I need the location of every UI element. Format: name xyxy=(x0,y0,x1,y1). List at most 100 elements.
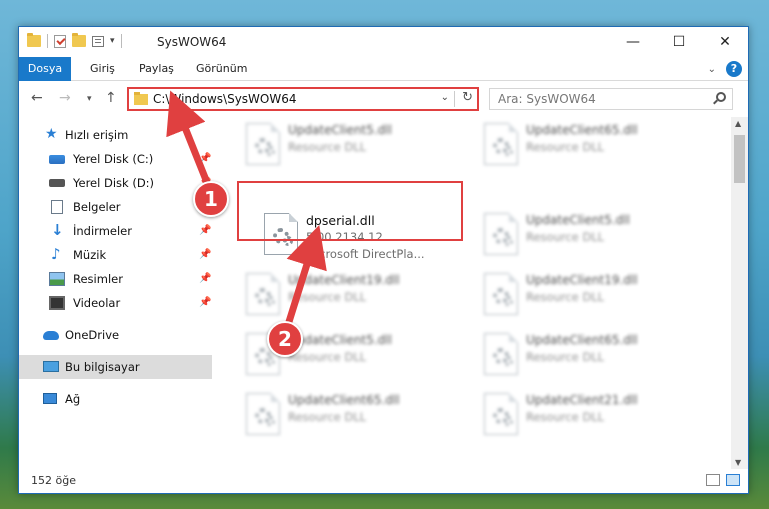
pictures-icon xyxy=(49,272,65,286)
search-input[interactable]: Ara: SysWOW64 xyxy=(489,88,733,110)
item-count: 152 öğe xyxy=(31,474,76,487)
close-button[interactable]: ✕ xyxy=(702,27,748,57)
sidebar-item-downloads[interactable]: ↓ İndirmeler 📌 xyxy=(19,219,212,243)
file-tile[interactable]: UpdateClient65.dll Resource DLL xyxy=(476,329,706,385)
tab-file[interactable]: Dosya xyxy=(19,57,71,81)
properties-check-icon[interactable] xyxy=(54,34,66,48)
explorer-window: ▾ SysWOW64 — ☐ ✕ Dosya Giriş Paylaş Görü… xyxy=(18,26,749,494)
file-name: UpdateClient19.dll xyxy=(288,273,400,287)
cloud-icon xyxy=(43,331,59,340)
sidebar-item-label: Videolar xyxy=(73,296,121,310)
pin-icon[interactable]: 📌 xyxy=(199,273,211,284)
file-name: UpdateClient5.dll xyxy=(288,123,392,137)
file-tile[interactable]: UpdateClient19.dll Resource DLL xyxy=(476,269,706,325)
file-description: Resource DLL xyxy=(288,140,367,154)
file-description: Resource DLL xyxy=(288,410,367,424)
ribbon: Dosya Giriş Paylaş Görünüm ⌄ ? xyxy=(19,57,748,81)
file-name: UpdateClient65.dll xyxy=(288,393,400,407)
customize-toolbar-icon[interactable] xyxy=(92,35,104,47)
sidebar-item-label: OneDrive xyxy=(65,328,120,342)
scroll-thumb[interactable] xyxy=(734,135,745,183)
sidebar-item-label: Müzik xyxy=(73,248,107,262)
file-name: UpdateClient65.dll xyxy=(526,333,638,347)
back-arrow-icon[interactable]: ← xyxy=(31,90,43,106)
tiles-view-icon[interactable] xyxy=(726,474,740,486)
quick-access-toolbar: ▾ xyxy=(27,33,122,48)
dll-file-icon xyxy=(246,123,280,165)
step-2-badge: 2 xyxy=(267,321,303,357)
file-tile[interactable]: UpdateClient5.dll Resource DLL xyxy=(238,119,468,175)
file-description: Resource DLL xyxy=(526,410,605,424)
address-path[interactable]: C:\Windows\SysWOW64 xyxy=(153,92,297,106)
file-tile[interactable]: UpdateClient65.dll Resource DLL xyxy=(238,389,468,445)
scroll-down-icon[interactable]: ▼ xyxy=(735,458,741,467)
minimize-button[interactable]: — xyxy=(610,27,656,57)
new-folder-icon[interactable] xyxy=(72,33,86,47)
file-name: UpdateClient65.dll xyxy=(526,123,638,137)
dll-file-icon xyxy=(484,333,518,375)
sidebar-item-videos[interactable]: Videolar 📌 xyxy=(19,291,212,315)
file-company: Microsoft DirectPla... xyxy=(306,247,425,261)
sidebar-item-label: Ağ xyxy=(65,392,81,406)
sidebar-item-documents[interactable]: Belgeler 📌 xyxy=(19,195,212,219)
tab-share[interactable]: Paylaş xyxy=(139,57,174,81)
forward-arrow-icon[interactable]: → xyxy=(59,90,71,106)
file-tile[interactable]: UpdateClient19.dll Resource DLL xyxy=(238,269,468,325)
address-history-chevron-icon[interactable]: ⌄ xyxy=(441,92,449,103)
drive-icon xyxy=(49,179,65,187)
expand-ribbon-chevron-icon[interactable]: ⌄ xyxy=(708,64,716,75)
sidebar-item-onedrive[interactable]: OneDrive xyxy=(19,323,212,347)
file-name: UpdateClient19.dll xyxy=(526,273,638,287)
sidebar-item-network[interactable]: Ağ xyxy=(19,387,212,411)
dll-file-icon xyxy=(484,273,518,315)
file-list: UpdateClient5.dll Resource DLL UpdateCli… xyxy=(214,117,732,469)
scroll-up-icon[interactable]: ▲ xyxy=(735,119,741,128)
view-switcher xyxy=(706,474,740,486)
sidebar-item-label: Yerel Disk (C:) xyxy=(73,152,154,166)
dll-file-icon xyxy=(484,213,518,255)
file-tile[interactable]: UpdateClient21.dll Resource DLL xyxy=(476,389,706,445)
star-icon: ★ xyxy=(45,126,58,142)
folder-icon[interactable] xyxy=(27,33,41,47)
sidebar-item-music[interactable]: ♪ Müzik 📌 xyxy=(19,243,212,267)
file-tile[interactable]: UpdateClient65.dll Resource DLL xyxy=(476,119,706,175)
pin-icon[interactable]: 📌 xyxy=(199,297,211,308)
folder-icon xyxy=(134,92,148,105)
file-tile[interactable]: UpdateClient5.dll Resource DLL xyxy=(476,209,706,265)
sidebar-item-label: Yerel Disk (D:) xyxy=(73,176,155,190)
sidebar-item-disk-d[interactable]: Yerel Disk (D:) 📌 xyxy=(19,171,212,195)
video-icon xyxy=(49,296,65,310)
tab-home[interactable]: Giriş xyxy=(90,57,115,81)
music-icon: ♪ xyxy=(51,245,61,263)
pin-icon[interactable]: 📌 xyxy=(199,225,211,236)
separator xyxy=(454,91,455,107)
sidebar-item-disk-c[interactable]: Yerel Disk (C:) 📌 xyxy=(19,147,212,171)
vertical-scrollbar[interactable]: ▲ ▼ xyxy=(731,117,748,469)
address-bar[interactable]: C:\Windows\SysWOW64 ⌄ ↻ xyxy=(127,87,479,111)
pin-icon[interactable]: 📌 xyxy=(199,249,211,260)
tab-view[interactable]: Görünüm xyxy=(196,57,247,81)
sidebar-item-this-pc[interactable]: Bu bilgisayar xyxy=(19,355,212,379)
up-arrow-icon[interactable]: ↑ xyxy=(105,90,117,106)
dll-file-icon xyxy=(484,123,518,165)
refresh-icon[interactable]: ↻ xyxy=(462,90,473,105)
recent-locations-chevron-icon[interactable]: ▾ xyxy=(87,94,92,104)
maximize-button[interactable]: ☐ xyxy=(656,27,702,57)
details-view-icon[interactable] xyxy=(706,474,720,486)
document-icon xyxy=(51,200,63,214)
sidebar-item-pictures[interactable]: Resimler 📌 xyxy=(19,267,212,291)
search-icon[interactable] xyxy=(716,92,726,102)
sidebar-item-quick-access[interactable]: ★ Hızlı erişim xyxy=(19,123,212,147)
file-description: Resource DLL xyxy=(526,230,605,244)
separator xyxy=(47,34,48,48)
sidebar-item-label: Hızlı erişim xyxy=(65,128,129,142)
pin-icon[interactable]: 📌 xyxy=(199,153,211,164)
sidebar-item-label: Bu bilgisayar xyxy=(65,360,140,374)
dll-file-icon xyxy=(484,393,518,435)
chevron-down-icon[interactable]: ▾ xyxy=(110,36,115,46)
file-description: Resource DLL xyxy=(288,290,367,304)
help-icon[interactable]: ? xyxy=(726,61,742,77)
file-description: Resource DLL xyxy=(526,290,605,304)
search-placeholder: Ara: SysWOW64 xyxy=(498,92,596,106)
file-highlight-box xyxy=(237,181,463,241)
